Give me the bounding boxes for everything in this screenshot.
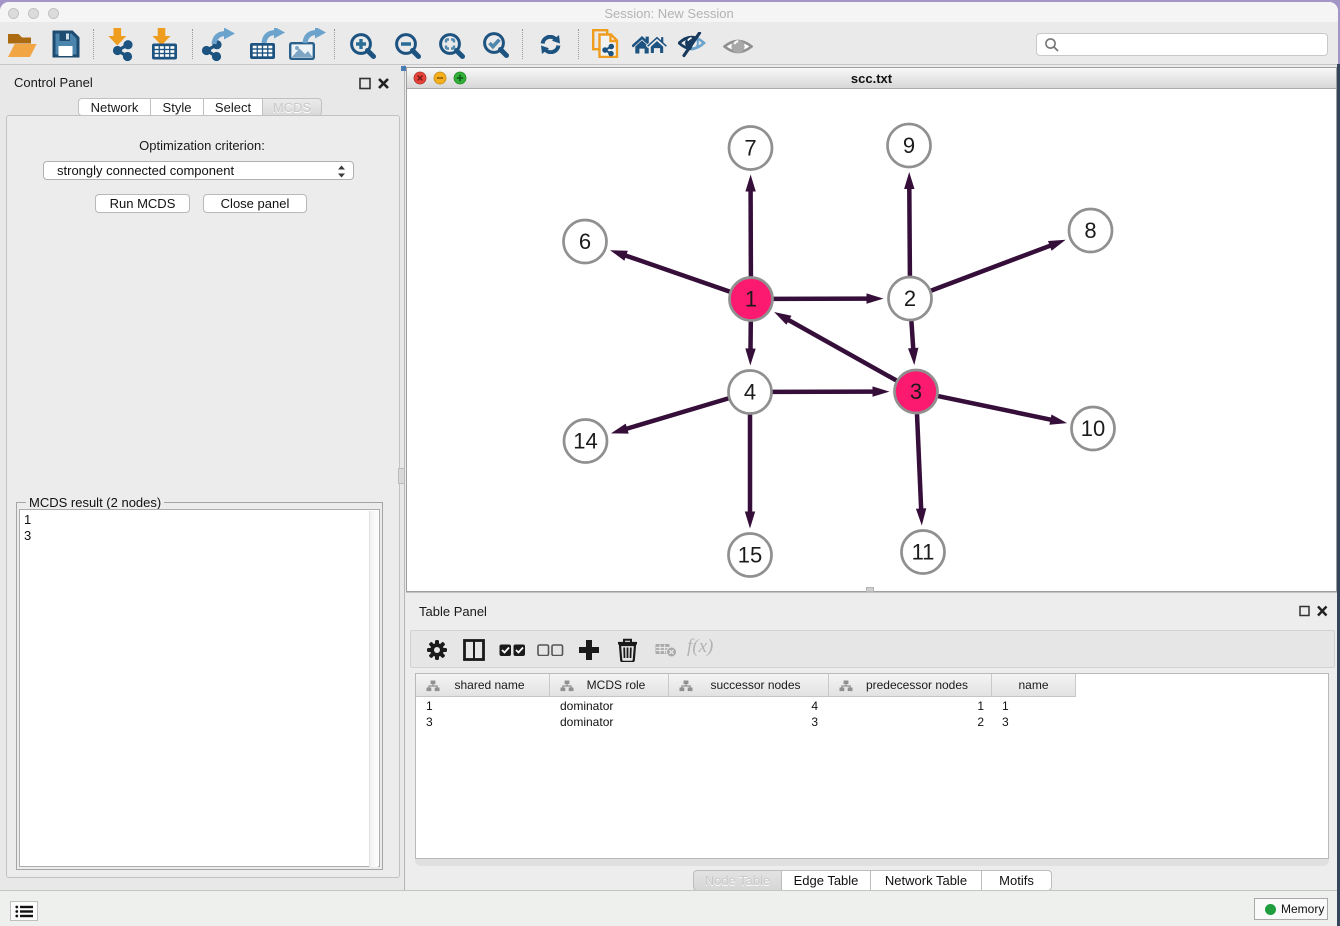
svg-text:8: 8 xyxy=(1084,218,1096,243)
svg-text:11: 11 xyxy=(912,540,935,565)
svg-text:15: 15 xyxy=(738,543,762,568)
svg-text:4: 4 xyxy=(744,380,756,405)
svg-text:1: 1 xyxy=(745,287,757,312)
svg-text:6: 6 xyxy=(579,229,591,254)
svg-text:14: 14 xyxy=(573,429,597,454)
svg-text:9: 9 xyxy=(903,133,915,158)
svg-text:10: 10 xyxy=(1081,416,1105,441)
svg-text:7: 7 xyxy=(744,136,756,161)
svg-text:2: 2 xyxy=(904,286,916,311)
svg-text:3: 3 xyxy=(910,379,922,404)
